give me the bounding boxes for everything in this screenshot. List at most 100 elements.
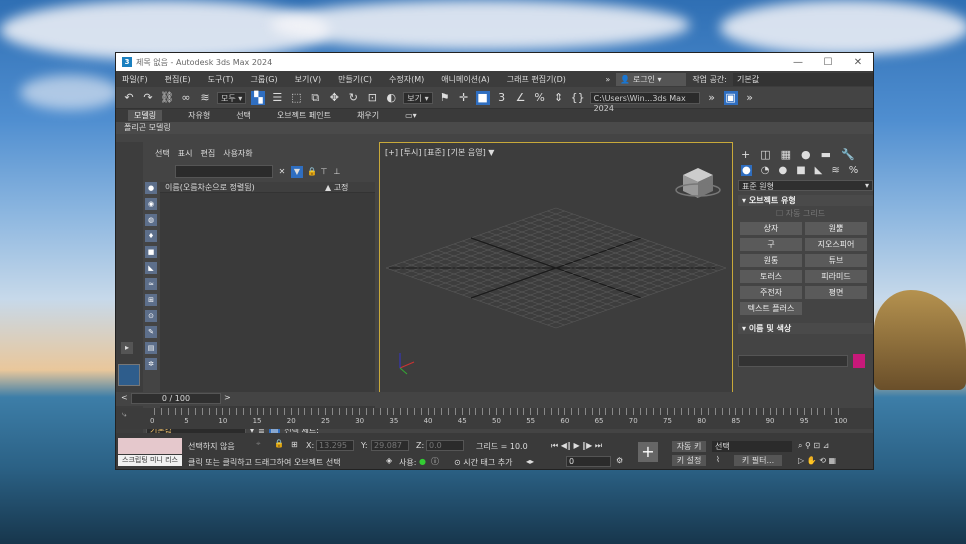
utilities-tab-icon[interactable]: 🔧 — [841, 148, 855, 161]
display-tab-icon[interactable]: ▬ — [821, 148, 831, 161]
current-frame-field[interactable]: 0 — [566, 456, 611, 467]
containers-filter-icon[interactable]: ▤ — [145, 342, 157, 354]
filter-icon[interactable]: ▼ — [291, 166, 303, 178]
lock-selection-icon[interactable]: 🔒 — [274, 439, 284, 448]
plane-button[interactable]: 평면 — [805, 286, 867, 299]
menu-file[interactable]: 파일(F) — [122, 74, 148, 85]
bind-spacewarp-icon[interactable]: ≋ — [198, 91, 212, 105]
groups-filter-icon[interactable]: ⊞ — [145, 294, 157, 306]
scene-menu-customize[interactable]: 사용자화 — [223, 148, 252, 159]
adaptive-degradation-icon[interactable]: ◈ — [386, 456, 392, 465]
isolate-icon[interactable]: ⌖ — [256, 439, 261, 449]
textplus-button[interactable]: 텍스트 플러스 — [740, 302, 802, 315]
snap-3d-icon[interactable]: 3 — [495, 91, 509, 105]
scale-icon[interactable]: ⊡ — [365, 91, 379, 105]
enabled-dot-icon[interactable]: ● — [419, 457, 426, 466]
frozen-column-header[interactable]: ▲ 고정 — [325, 182, 348, 192]
sphere-button[interactable]: 구 — [740, 238, 802, 251]
unlink-icon[interactable]: ∞ — [179, 91, 193, 105]
pan-orbit-icon[interactable]: ▷ ✋ ⟲ ▦ — [798, 456, 836, 465]
z-coordinate-field[interactable]: 0.0 — [426, 440, 464, 451]
place-icon[interactable]: ◐ — [384, 91, 398, 105]
geometry-filter-icon[interactable]: ◉ — [145, 198, 157, 210]
keyboard-shortcut-icon[interactable]: ■ — [475, 90, 490, 105]
systems-category-icon[interactable]: % — [849, 165, 859, 176]
add-key-icon[interactable]: + — [638, 442, 658, 462]
menu-more-button[interactable]: » — [605, 75, 610, 84]
curve-editor-icon[interactable]: ⤷ — [122, 410, 126, 420]
box-button[interactable]: 상자 — [740, 222, 802, 235]
polygon-modeling-label[interactable]: 폴리곤 모델링 — [124, 123, 171, 132]
clear-search-icon[interactable]: ✕ — [276, 166, 288, 178]
redo-icon[interactable]: ↷ — [141, 91, 155, 105]
project-path-dropdown[interactable]: C:\Users\Win...3ds Max 2024 — [589, 91, 700, 113]
tube-button[interactable]: 튜브 — [805, 254, 867, 267]
create-tab-icon[interactable]: + — [741, 148, 750, 161]
login-dropdown[interactable]: 👤 로그인 ▾ — [616, 72, 687, 86]
particles-filter-icon[interactable]: ✲ — [145, 358, 157, 370]
lights-category-icon[interactable]: ● — [778, 165, 787, 176]
menu-create[interactable]: 만들기(C) — [338, 74, 372, 85]
pyramid-button[interactable]: 피라미드 — [805, 270, 867, 283]
menu-group[interactable]: 그룹(G) — [250, 74, 277, 85]
primitive-type-dropdown[interactable]: 표준 원형 ▾ — [738, 180, 873, 191]
time-config-icon[interactable]: ⚙ — [616, 456, 623, 465]
track-bar[interactable]: ⤷ 0 5 10 15 20 25 30 35 40 45 50 55 60 65 70 75 80 85 90 95… — [116, 408, 873, 429]
spacewarps-category-icon[interactable]: ≋ — [831, 165, 839, 176]
autogrid-checkbox[interactable]: ☐ 자동 그리드 — [736, 206, 873, 219]
hierarchy-tab-icon[interactable]: ▦ — [781, 148, 791, 161]
cylinder-button[interactable]: 원통 — [740, 254, 802, 267]
tab-modeling[interactable]: 모델링 — [128, 110, 163, 121]
minimize-button[interactable]: — — [783, 57, 813, 68]
zoom-icon[interactable]: ⌕ ⚲ ⊡ ⊿ — [798, 441, 829, 451]
time-slider-thumb[interactable]: 0 / 100 — [131, 393, 221, 404]
display-all-icon[interactable]: ● — [145, 182, 157, 194]
spinner-snap-icon[interactable]: ⇕ — [552, 91, 566, 105]
spacewarps-filter-icon[interactable]: ≈ — [145, 278, 157, 290]
y-coordinate-field[interactable]: 29.087 — [371, 440, 409, 451]
object-name-input[interactable] — [738, 355, 848, 367]
shapes-category-icon[interactable]: ◔ — [761, 165, 770, 176]
maxscript-listener-box[interactable] — [118, 438, 182, 454]
tab-selection[interactable]: 선택 — [236, 110, 251, 121]
link-icon[interactable]: ⛓ — [160, 91, 174, 105]
move-icon[interactable]: ✥ — [327, 91, 341, 105]
save-icon[interactable]: ▣ — [723, 90, 738, 105]
auto-key-button[interactable]: 자동 키 — [672, 441, 706, 452]
tab-object-paint[interactable]: 오브젝트 페인트 — [277, 110, 331, 121]
menu-edit[interactable]: 편집(E) — [165, 74, 191, 85]
name-column-header[interactable]: 이름(오름차순으로 정렬됨) — [165, 182, 325, 192]
ribbon-options-icon[interactable]: ▭▾ — [405, 111, 417, 120]
pivot-icon[interactable]: ⚑ — [438, 91, 452, 105]
angle-snap-icon[interactable]: ∠ — [514, 91, 528, 105]
lock-icon[interactable]: 🔒 — [306, 166, 318, 178]
info-icon[interactable]: ⓘ — [431, 456, 439, 467]
helpers-category-icon[interactable]: ◣ — [815, 165, 823, 176]
expand-left-icon[interactable]: ▸ — [121, 342, 133, 354]
scene-menu-display[interactable]: 표시 — [178, 148, 193, 159]
geometry-category-icon[interactable]: ● — [741, 165, 752, 176]
time-slider-next-icon[interactable]: > — [224, 393, 231, 402]
select-manipulate-icon[interactable]: ✛ — [457, 91, 471, 105]
bones-filter-icon[interactable]: ✎ — [145, 326, 157, 338]
time-slider-prev-icon[interactable]: < — [121, 393, 128, 402]
mini-listener-label[interactable]: 스크립팅 미니 리스 — [118, 455, 182, 466]
key-selection-dropdown[interactable]: 선택 — [712, 441, 792, 452]
modify-tab-icon[interactable]: ◫ — [760, 148, 770, 161]
tab-freeform[interactable]: 자유형 — [188, 110, 210, 121]
helpers-filter-icon[interactable]: ◣ — [145, 262, 157, 274]
set-key-button[interactable]: 키 설정 — [672, 455, 706, 466]
lights-filter-icon[interactable]: ♦ — [145, 230, 157, 242]
scene-menu-edit[interactable]: 편집 — [200, 148, 215, 159]
cameras-category-icon[interactable]: ■ — [796, 165, 805, 176]
perspective-viewport[interactable]: [+] [투시] [표준] [기본 음영] ▼ — [379, 142, 733, 394]
layer-icon[interactable]: ⊥ — [331, 166, 343, 178]
key-mode-icon[interactable]: ◂▸ — [526, 457, 534, 466]
rotate-icon[interactable]: ↻ — [346, 91, 360, 105]
menu-animation[interactable]: 애니메이션(A) — [441, 74, 490, 85]
object-type-rollout[interactable]: ▾ 오브젝트 유형 — [738, 195, 873, 206]
window-crossing-icon[interactable]: ⧉ — [308, 91, 322, 105]
menu-tools[interactable]: 도구(T) — [208, 74, 234, 85]
tab-populate[interactable]: 채우기 — [357, 110, 379, 121]
hierarchy-icon[interactable]: ⊤ — [318, 166, 330, 178]
